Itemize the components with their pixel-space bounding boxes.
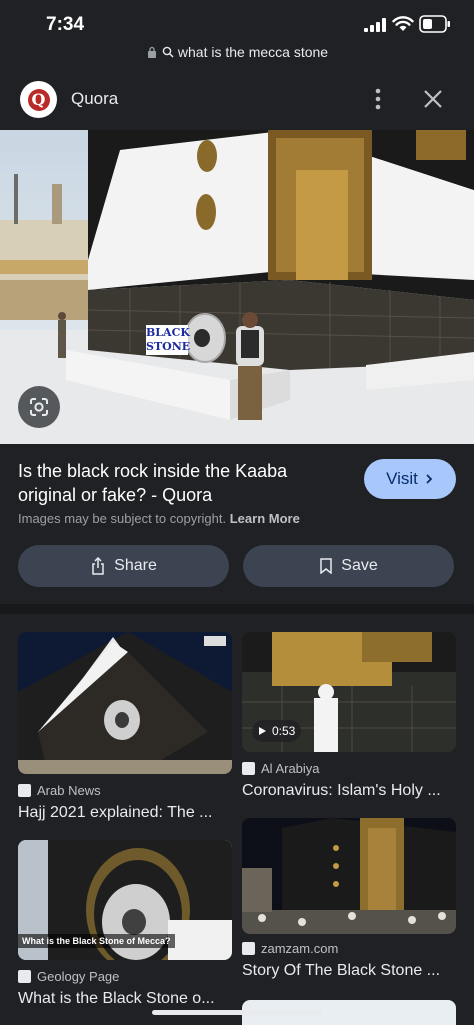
url-bar[interactable]: what is the mecca stone — [0, 44, 474, 60]
share-icon — [92, 557, 104, 575]
related-image-1[interactable] — [18, 632, 232, 774]
cellular-signal-icon — [364, 18, 386, 32]
black-stone-label: BLACK STONE — [146, 325, 191, 355]
copyright-note: Images may be subject to copyright. Lear… — [18, 511, 300, 526]
kaaba-photo — [0, 130, 474, 444]
save-button[interactable]: Save — [243, 545, 454, 587]
related-source-1: Arab News — [18, 783, 101, 798]
chevron-right-icon — [426, 474, 433, 484]
wifi-icon — [392, 16, 414, 31]
result-title[interactable]: Is the black rock inside the Kaaba origi… — [18, 459, 338, 507]
learn-more-link[interactable]: Learn More — [230, 511, 300, 526]
play-icon — [259, 727, 266, 735]
share-label: Share — [114, 557, 157, 574]
geology-page-favicon — [18, 970, 31, 983]
al-arabiya-favicon — [242, 762, 255, 775]
related-title-1[interactable]: Hajj 2021 explained: The ... — [18, 804, 213, 822]
related-title-2[interactable]: Coronavirus: Islam's Holy ... — [242, 782, 441, 800]
related-source-3-label: Geology Page — [37, 969, 120, 984]
lens-search-button[interactable] — [18, 386, 60, 428]
quora-logo-letter: Q — [27, 88, 50, 111]
related-source-1-label: Arab News — [37, 783, 101, 798]
home-indicator[interactable] — [152, 1010, 322, 1015]
save-label: Save — [341, 557, 378, 574]
battery-icon — [419, 15, 450, 33]
related-title-3[interactable]: What is the Black Stone o... — [18, 990, 215, 1008]
quora-logo: Q — [20, 81, 57, 118]
kaaba-night-photo — [18, 632, 232, 774]
section-divider — [0, 604, 474, 614]
close-icon[interactable] — [420, 86, 446, 112]
visit-button[interactable]: Visit — [364, 459, 456, 499]
kaaba-crowd-photo — [242, 818, 456, 934]
arab-news-favicon — [18, 784, 31, 797]
status-bar: 7:34 — [0, 0, 474, 44]
copyright-text: Images may be subject to copyright. — [18, 511, 227, 526]
related-source-4-label: zamzam.com — [261, 941, 339, 956]
related-source-2-label: Al Arabiya — [261, 761, 320, 776]
lock-icon — [147, 46, 156, 58]
related-image-4[interactable] — [242, 818, 456, 934]
zamzam-favicon — [242, 942, 255, 955]
status-time: 7:34 — [46, 14, 85, 35]
share-button[interactable]: Share — [18, 545, 229, 587]
more-options-icon[interactable] — [368, 86, 388, 112]
main-image[interactable] — [0, 130, 474, 444]
search-icon — [162, 46, 174, 58]
source-name[interactable]: Quora — [71, 89, 118, 109]
lens-icon — [30, 398, 48, 416]
video-duration: 0:53 — [272, 724, 296, 738]
related-title-4[interactable]: Story Of The Black Stone ... — [242, 962, 440, 980]
source-header: Q Quora — [0, 78, 474, 124]
bookmark-icon — [320, 558, 333, 574]
related-source-3: Geology Page — [18, 969, 119, 984]
video-duration-badge: 0:53 — [252, 720, 302, 742]
related-source-2: Al Arabiya — [242, 761, 320, 776]
image-caption-overlay: What is the Black Stone of Mecca? — [18, 934, 175, 948]
visit-label: Visit — [386, 469, 418, 488]
url-text: what is the mecca stone — [177, 44, 329, 60]
related-source-4: zamzam.com — [242, 941, 338, 956]
